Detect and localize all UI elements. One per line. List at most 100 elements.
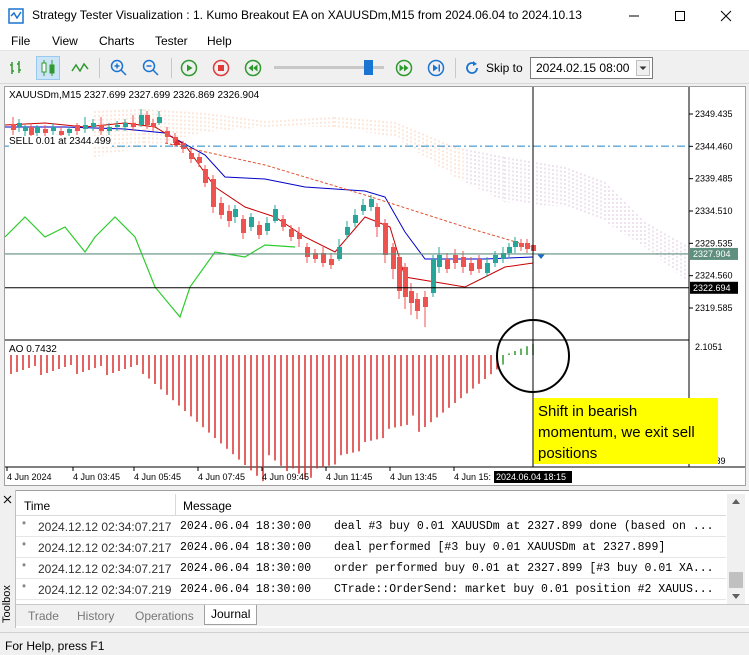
row-message: deal #3 buy 0.01 XAUUSDm at 2327.899 don… xyxy=(334,520,714,533)
candle-body xyxy=(219,203,224,215)
tab-history[interactable]: History xyxy=(71,607,120,627)
time-tick-label: 4 Jun 15: xyxy=(454,472,491,482)
col-time[interactable]: Time xyxy=(24,499,50,513)
stop-button[interactable] xyxy=(209,56,233,80)
zoom-in-button[interactable] xyxy=(107,56,131,80)
candle-body xyxy=(83,125,88,129)
row-message: deal performed [#3 buy 0.01 XAUUSDm at 2… xyxy=(334,541,666,554)
candle-body xyxy=(469,263,474,271)
skip-end-button[interactable] xyxy=(424,56,448,80)
maximize-icon xyxy=(675,10,685,21)
menu-file[interactable]: File xyxy=(11,34,30,48)
candle-body xyxy=(423,297,428,307)
candle-body xyxy=(305,247,310,257)
log-dot-icon: • xyxy=(22,518,27,530)
calendar-dropdown-icon[interactable] xyxy=(636,60,650,76)
journal-row[interactable]: • 2024.12.12 02:34:07.217 2024.06.04 18:… xyxy=(16,517,726,537)
candle-body xyxy=(507,247,512,253)
line-chart-button[interactable] xyxy=(68,56,92,80)
journal-scrollbar[interactable] xyxy=(727,494,745,604)
refresh-icon xyxy=(466,61,478,74)
stop-icon xyxy=(212,59,230,77)
faster-button[interactable] xyxy=(392,56,416,80)
skip-end-icon xyxy=(427,59,445,77)
candlestick-icon xyxy=(41,60,55,76)
candle-body xyxy=(409,291,414,303)
candle-body xyxy=(151,123,156,127)
skip-date-value: 2024.02.15 08:00 xyxy=(536,61,630,75)
candle-body xyxy=(51,127,56,131)
price-tick-label: 2329.535 xyxy=(695,238,733,248)
price-tick-label: 2349.435 xyxy=(695,109,733,119)
row-tester-time: 2024.06.04 18:30:00 xyxy=(180,583,312,596)
candle-body xyxy=(397,257,402,291)
skip-to-button[interactable] xyxy=(460,56,484,80)
current-price-label: 2327.904 xyxy=(693,249,731,259)
candle-body xyxy=(35,127,40,133)
candle-body xyxy=(75,125,80,131)
candle-body xyxy=(43,129,48,133)
candlestick-button[interactable] xyxy=(36,56,60,80)
price-tick-label: 2319.585 xyxy=(695,303,733,313)
candle-body xyxy=(257,225,262,235)
rewind-icon xyxy=(244,59,262,77)
speed-slider-thumb[interactable] xyxy=(364,60,373,75)
candle-body xyxy=(139,115,144,125)
time-tick-label: 4 Jun 09:45 xyxy=(262,472,309,482)
candle-body xyxy=(493,255,498,263)
menu-view[interactable]: View xyxy=(52,34,78,48)
line-chart-icon xyxy=(71,62,89,73)
candle-body xyxy=(437,255,442,267)
candle-body xyxy=(67,129,72,133)
slower-button[interactable] xyxy=(241,56,265,80)
candle-body xyxy=(513,241,518,247)
candle-body xyxy=(157,117,162,123)
candle-body xyxy=(289,229,294,237)
time-scale: 4 Jun 2024 4 Jun 03:45 4 Jun 05:45 4 Jun 07… xyxy=(6,467,572,483)
candle-body xyxy=(91,123,96,127)
bar-chart-button[interactable] xyxy=(5,56,29,80)
journal-row[interactable]: • 2024.12.12 02:34:07.217 2024.06.04 18:… xyxy=(16,559,726,579)
row-time: 2024.12.12 02:34:07.219 xyxy=(38,583,172,597)
close-panel-icon[interactable] xyxy=(1,493,15,505)
toolbox-tabs: Trade History Operations Journal xyxy=(16,604,749,626)
price-tick-label: 2334.510 xyxy=(695,206,733,216)
green-line xyxy=(5,216,296,319)
candle-body xyxy=(403,267,408,297)
candle-body xyxy=(197,157,202,163)
crosshair-price-label: 2322.694 xyxy=(693,283,731,293)
chart-window[interactable]: 2349.435 2344.460 2339.485 2334.510 2329.535… xyxy=(4,86,746,486)
ao-label: AO 0.7432 xyxy=(9,344,57,355)
menu-charts[interactable]: Charts xyxy=(99,34,134,48)
candle-body xyxy=(23,127,28,131)
row-tester-time: 2024.06.04 18:30:00 xyxy=(180,541,312,554)
zoom-out-button[interactable] xyxy=(139,56,163,80)
candle-body xyxy=(445,259,450,269)
row-message: order performed buy 0.01 at 2327.899 [#3… xyxy=(334,562,714,575)
menu-tester[interactable]: Tester xyxy=(155,34,188,48)
bar-chart-icon xyxy=(10,61,21,74)
time-tick-label: 4 Jun 07:45 xyxy=(198,472,245,482)
time-tick-label: 4 Jun 2024 xyxy=(7,472,52,482)
tab-operations[interactable]: Operations xyxy=(129,607,200,627)
candle-body xyxy=(391,247,396,269)
buy-arrow-icon xyxy=(537,254,545,259)
price-tick-label: 2344.460 xyxy=(695,141,733,151)
tab-journal[interactable]: Journal xyxy=(204,605,258,625)
candle-body xyxy=(99,125,104,131)
tab-trade[interactable]: Trade xyxy=(22,607,65,627)
journal-header: Time Message xyxy=(16,494,726,516)
maximize-button[interactable] xyxy=(657,0,703,31)
candle-body xyxy=(203,169,208,183)
menu-help[interactable]: Help xyxy=(207,34,232,48)
skip-date-field[interactable]: 2024.02.15 08:00 xyxy=(530,57,653,79)
zoom-in-icon xyxy=(110,59,127,76)
close-button[interactable] xyxy=(703,0,749,31)
journal-row[interactable]: • 2024.12.12 02:34:07.217 2024.06.04 18:… xyxy=(16,538,726,558)
price-tick-label: 2339.485 xyxy=(695,174,733,184)
title-bar: Strategy Tester Visualization : 1. Kumo … xyxy=(0,0,749,31)
minimize-button[interactable] xyxy=(611,0,657,31)
play-button[interactable] xyxy=(177,56,201,80)
journal-row[interactable]: • 2024.12.12 02:34:07.219 2024.06.04 18:… xyxy=(16,580,726,600)
col-message[interactable]: Message xyxy=(183,499,232,513)
